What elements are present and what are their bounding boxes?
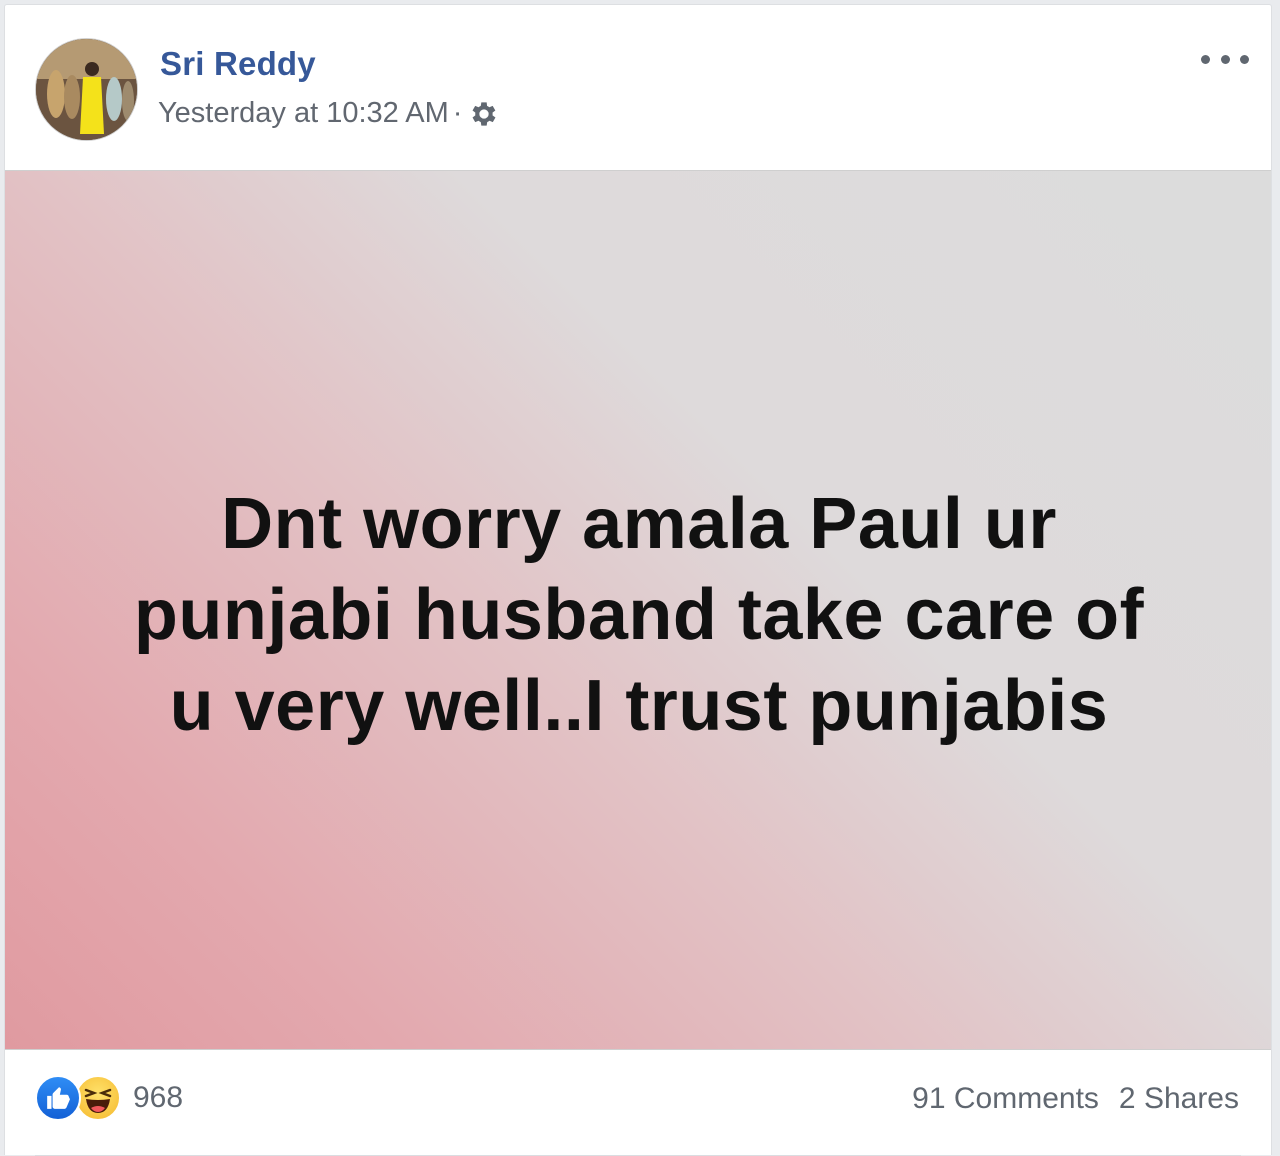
post-timestamp[interactable]: Yesterday at 10:32 AM <box>158 97 449 130</box>
meta-separator: · <box>452 97 463 129</box>
more-dot <box>1201 54 1210 64</box>
reactions-summary[interactable]: 968 <box>35 1075 183 1121</box>
post-text-line: punjabi husband take care of <box>133 575 1145 655</box>
post-card: Sri Reddy Yesterday at 10:32 AM · Dnt wo… <box>4 4 1272 1156</box>
gear-icon[interactable] <box>468 98 500 130</box>
more-dot <box>1240 54 1249 64</box>
more-dot <box>1220 54 1230 64</box>
text-background-post: Dnt worry amala Paul ur punjabi husband … <box>5 170 1271 1050</box>
post-meta: Yesterday at 10:32 AM · <box>158 97 500 130</box>
like-icon <box>35 1075 81 1121</box>
post-header: Sri Reddy Yesterday at 10:32 AM · <box>5 5 1271 170</box>
reaction-count: 968 <box>133 1081 184 1114</box>
post-footer: 968 91 Comments 2 Shares <box>5 1050 1271 1156</box>
author-avatar[interactable] <box>35 38 138 141</box>
shares-count-link[interactable]: 2 Shares <box>1119 1082 1239 1116</box>
post-text-line: Dnt worry amala Paul ur <box>221 484 1057 564</box>
avatar-photo <box>36 39 137 140</box>
haha-icon <box>75 1075 121 1121</box>
engagement-stats: 91 Comments 2 Shares <box>912 1082 1239 1116</box>
author-name-link[interactable]: Sri Reddy <box>160 45 316 83</box>
more-options-icon[interactable] <box>1201 47 1249 71</box>
comments-count-link[interactable]: 91 Comments <box>912 1082 1099 1116</box>
post-text: Dnt worry amala Paul ur punjabi husband … <box>75 479 1203 752</box>
post-text-line: u very well..I trust punjabis <box>169 666 1109 746</box>
